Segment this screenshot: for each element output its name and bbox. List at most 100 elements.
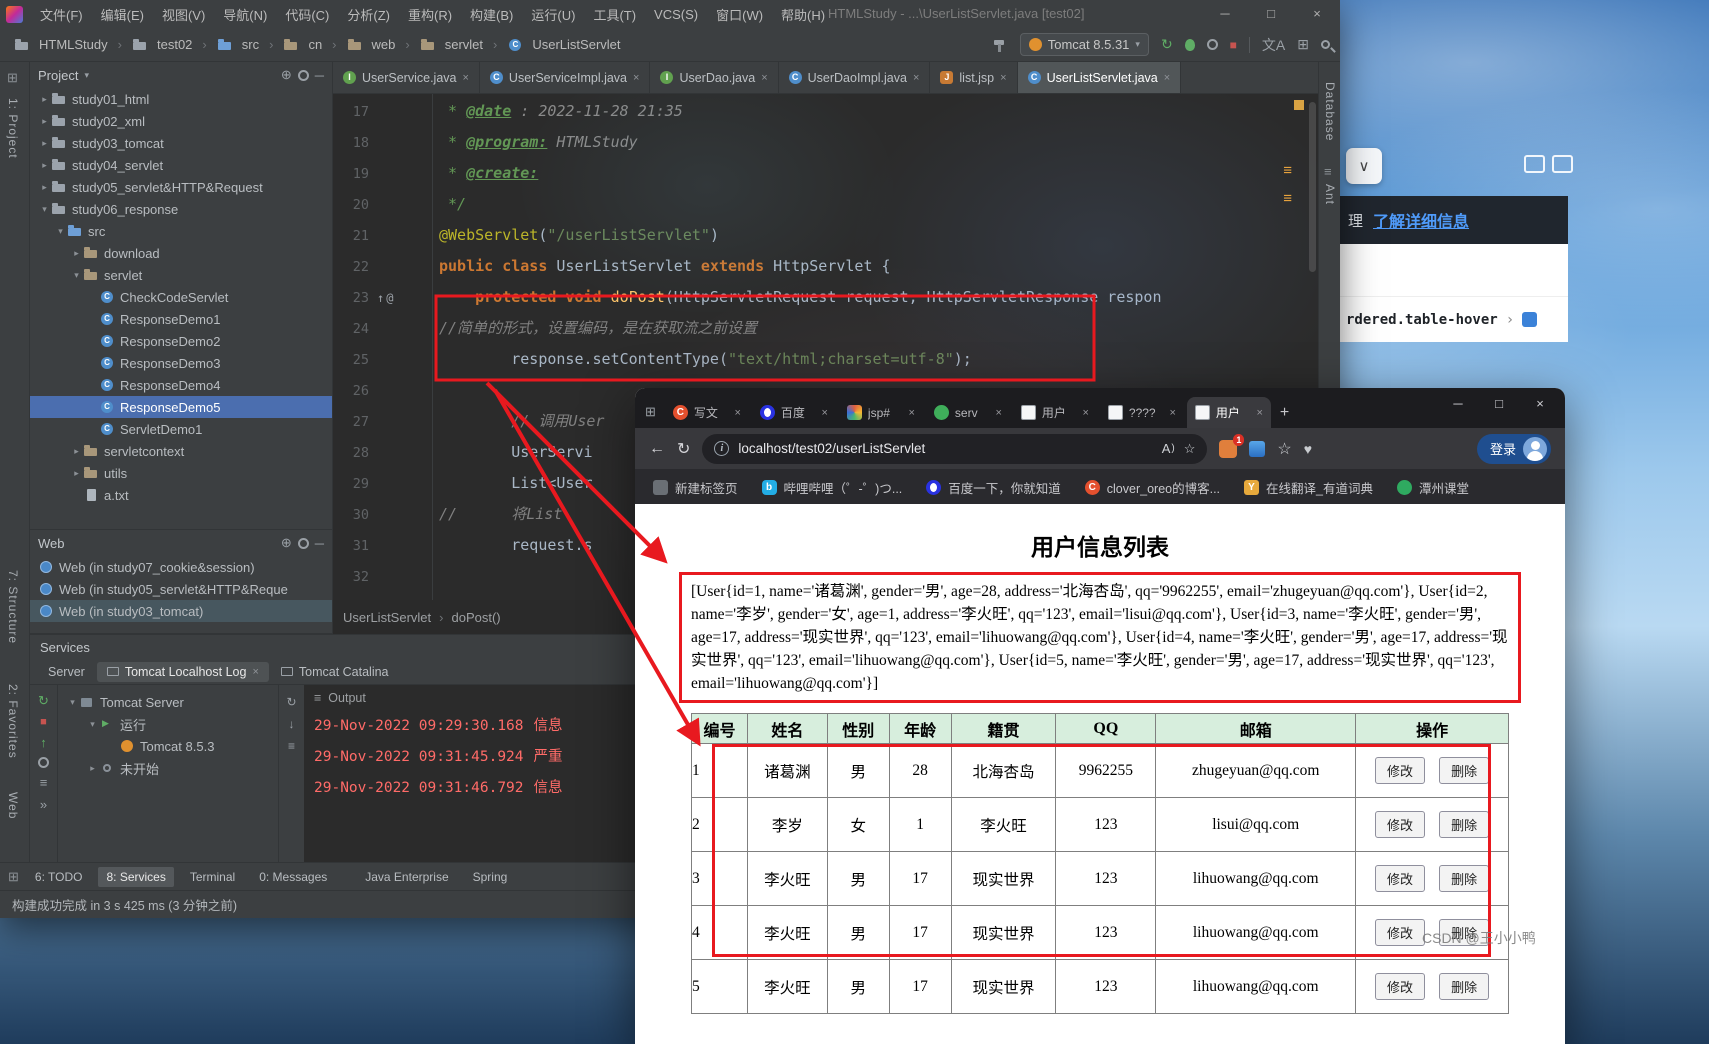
tool-button-web[interactable]: Web [6,792,20,819]
close-icon[interactable]: × [913,72,919,84]
tree-item[interactable]: ▸study01_html [30,88,332,110]
tab-tomcat-localhost-log[interactable]: Tomcat Localhost Log× [97,662,269,682]
close-icon[interactable]: × [252,666,258,678]
menu-edit[interactable]: 编辑(E) [92,2,153,27]
bookmark-tanzhou[interactable]: 潭州课堂 [1397,478,1469,497]
close-icon[interactable]: × [1000,72,1006,84]
bookmark-youdao[interactable]: 在线翻译_有道词典 [1244,478,1373,497]
favorite-star-icon[interactable]: ☆ [1184,441,1196,457]
run-config-select[interactable]: Tomcat 8.5.31 ▾ [1020,33,1149,56]
code-line[interactable]: * @date : 2022-11-28 21:35 [439,96,1318,127]
hide-icon[interactable]: ─ [315,68,324,83]
window-layout-icon[interactable] [1524,155,1545,173]
breadcrumb-method[interactable]: doPost() [451,610,500,625]
hamburger-icon[interactable]: ≡ [40,775,48,790]
bookmark-newtab[interactable]: 新建标签页 [653,478,738,497]
browser-tab-baidu[interactable]: 百度× [752,397,836,428]
scroll-end-icon[interactable]: ↓ [289,717,295,731]
editor-tab-userservice[interactable]: UserService.java× [333,62,480,93]
tool-button-ant[interactable]: Ant [1323,184,1337,205]
tree-item[interactable]: ▸study03_tomcat [30,132,332,154]
editor-tab-listjsp[interactable]: list.jsp× [930,62,1017,93]
code-line-highlighted[interactable]: //简单的形式，设置编码，是在获取流之前设置 [439,313,1318,344]
background-dropdown-button[interactable]: ∨ [1346,148,1382,184]
tree-item[interactable]: ServletDemo1 [30,418,332,440]
code-line[interactable]: * @create: [439,158,1318,189]
web-panel-title[interactable]: Web [38,536,65,551]
menu-tools[interactable]: 工具(T) [584,2,645,27]
more-icon[interactable]: » [40,797,47,812]
browser-tab-csdn-write[interactable]: 写文× [665,397,749,428]
tool-button-terminal[interactable]: Terminal [182,867,243,887]
clear-icon[interactable]: ≡ [288,739,295,753]
refresh-icon[interactable]: ↻ [677,439,690,459]
tab-actions-icon[interactable]: ⊞ [645,404,656,420]
web-item[interactable]: Web (in study07_cookie&session) [30,556,332,578]
services-node-not-started[interactable]: ▸未开始 [58,757,278,779]
stop-icon[interactable]: ■ [40,716,47,728]
close-icon[interactable]: × [1169,407,1175,419]
gear-icon[interactable] [298,538,309,549]
close-icon[interactable]: × [908,407,914,419]
tree-item[interactable]: ResponseDemo3 [30,352,332,374]
tool-button-java-enterprise[interactable]: Java Enterprise [357,867,456,887]
menu-build[interactable]: 构建(B) [461,2,522,27]
tool-button-messages[interactable]: 0: Messages [251,867,335,887]
locate-icon[interactable]: ⊕ [281,67,292,83]
maximize-button[interactable]: □ [1480,388,1518,420]
code-line-highlighted[interactable]: response.setContentType("text/html;chars… [439,344,1318,375]
site-info-icon[interactable]: i [714,441,729,456]
delete-button[interactable]: 删除 [1439,811,1489,838]
close-icon[interactable]: × [633,72,639,84]
close-icon[interactable]: × [821,407,827,419]
tool-button-structure[interactable]: 7: Structure [6,570,20,644]
tree-item-selected[interactable]: ResponseDemo5 [30,396,332,418]
menu-view[interactable]: 视图(V) [153,2,214,27]
menu-refactor[interactable]: 重构(R) [399,2,461,27]
translate-icon[interactable]: 文A [1262,35,1285,55]
menu-help[interactable]: 帮助(H) [772,2,834,27]
new-tab-button[interactable]: + [1280,404,1289,422]
output-label[interactable]: Output [328,691,366,705]
build-icon[interactable] [992,37,1008,53]
menu-analyze[interactable]: 分析(Z) [338,2,399,27]
browser-tab-user1[interactable]: 用户× [1013,397,1097,428]
web-item[interactable]: Web (in study05_servlet&HTTP&Reque [30,578,332,600]
edit-button[interactable]: 修改 [1375,865,1425,892]
close-icon[interactable]: × [995,407,1001,419]
code-line[interactable]: @WebServlet("/userListServlet") [439,220,1318,251]
extension-icon[interactable]: 1 [1219,440,1237,458]
tool-button-todo[interactable]: 6: TODO [27,867,91,887]
close-icon[interactable]: × [734,407,740,419]
web-item-selected[interactable]: Web (in study03_tomcat) [30,600,332,622]
tree-item[interactable]: ▾src [30,220,332,242]
edit-button[interactable]: 修改 [1375,757,1425,784]
edit-button[interactable]: 修改 [1375,919,1425,946]
bookmark-csdn[interactable]: clover_oreo的博客... [1085,478,1220,497]
tool-button-favorites[interactable]: 2: Favorites [6,684,20,759]
close-icon[interactable]: × [1082,407,1088,419]
close-button[interactable]: × [1294,0,1340,28]
tree-item[interactable]: ResponseDemo4 [30,374,332,396]
search-icon[interactable] [1321,40,1330,49]
tree-item[interactable]: ▸download [30,242,332,264]
browser-tab-user-active[interactable]: 用户× [1187,397,1271,428]
browser-tab-unknown[interactable]: ????× [1100,397,1184,428]
collapse-icon[interactable]: ⊕ [281,535,292,551]
url-text[interactable]: localhost/test02/userListServlet [738,441,925,456]
gear-icon[interactable] [38,757,49,768]
delete-button[interactable]: 删除 [1439,757,1489,784]
breadcrumb-item-src[interactable]: src [213,35,278,55]
editor-scrollbar[interactable] [1309,102,1316,272]
signin-button[interactable]: 登录 [1477,434,1551,464]
tree-item[interactable]: ▸servletcontext [30,440,332,462]
browser-tab-serv[interactable]: serv× [926,397,1010,428]
stop-icon[interactable]: ■ [1230,38,1237,52]
tree-item[interactable]: ▸utils [30,462,332,484]
close-icon[interactable]: × [761,72,767,84]
editor-tab-userserviceimpl[interactable]: UserServiceImpl.java× [480,62,651,93]
tree-item[interactable]: CheckCodeServlet [30,286,332,308]
tree-item[interactable]: a.txt [30,484,332,506]
menu-navigate[interactable]: 导航(N) [214,2,276,27]
close-icon[interactable]: × [462,72,468,84]
